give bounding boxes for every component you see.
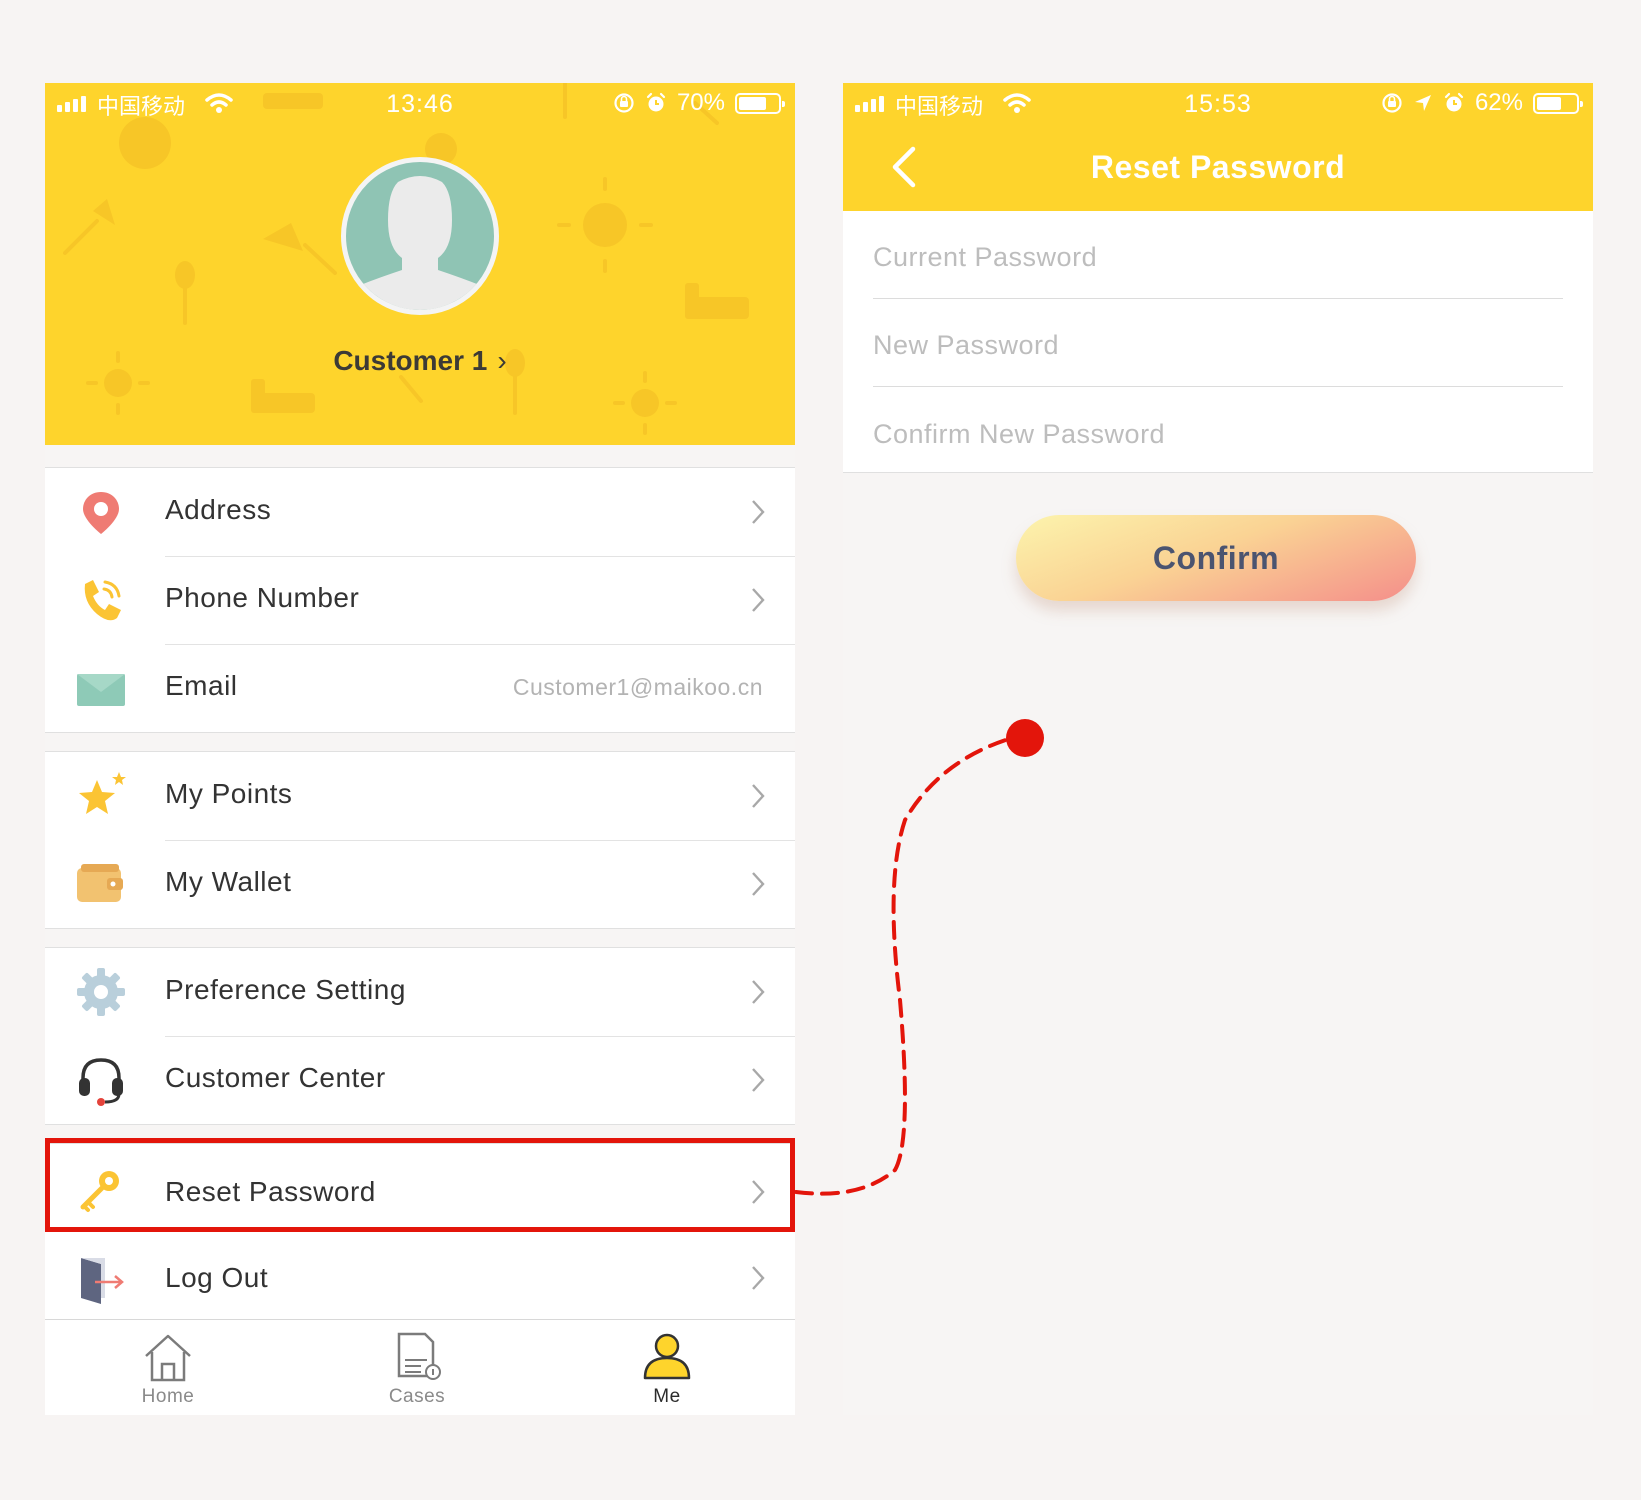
flow-connector-arrow: [794, 719, 1044, 1196]
